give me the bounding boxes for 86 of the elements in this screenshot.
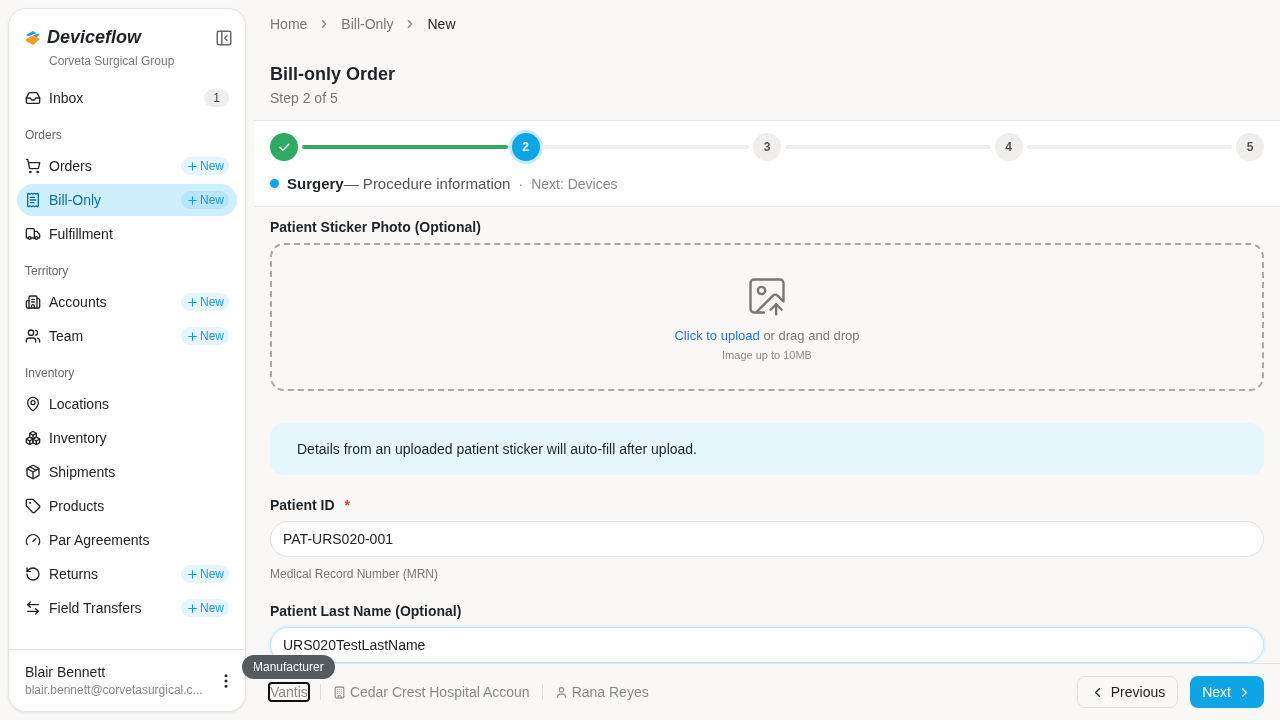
plus-icon bbox=[186, 567, 199, 581]
nav-item-label: Returns bbox=[49, 566, 100, 582]
breadcrumb-link[interactable]: New bbox=[427, 16, 456, 32]
nav-item-label: Orders bbox=[49, 158, 93, 174]
user-name: Blair Bennett bbox=[25, 664, 107, 680]
nav-section-heading: Inventory bbox=[24, 365, 76, 382]
step-indicator: 2 bbox=[511, 133, 540, 161]
nav-item-label: Team bbox=[49, 328, 85, 344]
swap-arrows-icon bbox=[25, 600, 41, 616]
count-badge: 1 bbox=[204, 89, 229, 107]
user-email: blair.bennett@corvetasurgical.c... bbox=[25, 683, 204, 697]
collapse-sidebar-icon[interactable] bbox=[215, 28, 233, 47]
inbox-icon bbox=[25, 90, 41, 106]
step-description: — Procedure information bbox=[343, 175, 511, 192]
step-name: Surgery bbox=[287, 175, 344, 192]
step-indicator: 3 bbox=[753, 133, 781, 161]
nav-item[interactable]: Accounts New bbox=[17, 286, 237, 318]
field-label: Patient Last Name (Optional) bbox=[270, 603, 462, 619]
breadcrumb-link[interactable]: Bill-Only bbox=[341, 16, 394, 32]
nav-item[interactable]: Field Transfers New bbox=[17, 592, 237, 624]
nav-item[interactable]: Inbox 1 bbox=[17, 82, 237, 114]
step-indicator: 4 bbox=[994, 133, 1023, 161]
page-title: Bill-only Order bbox=[269, 63, 396, 85]
upload-instructions: Click to upload or drag and drop bbox=[674, 327, 860, 343]
building-icon bbox=[332, 685, 346, 699]
nav-item[interactable]: Orders New bbox=[17, 150, 237, 182]
nav-item-label: Accounts bbox=[49, 294, 108, 310]
receipt-icon bbox=[25, 192, 41, 208]
truck-icon bbox=[25, 226, 41, 242]
previous-button[interactable]: Previous bbox=[1076, 676, 1179, 708]
plus-icon bbox=[186, 193, 199, 207]
nav-section-heading: Orders bbox=[24, 127, 63, 144]
separator-dot: · bbox=[518, 175, 524, 192]
info-notice: Details from an uploaded patient sticker will auto-fill after upload. bbox=[270, 423, 1264, 475]
breadcrumb-link[interactable]: Home bbox=[270, 16, 308, 32]
package-icon bbox=[25, 464, 41, 480]
nav-item[interactable]: Team New bbox=[17, 320, 237, 352]
boxes-icon bbox=[25, 430, 41, 446]
field-help: Medical Record Number (MRN) bbox=[270, 567, 440, 581]
person-icon bbox=[554, 685, 568, 699]
users-icon bbox=[25, 328, 41, 344]
upload-link[interactable]: Click to upload bbox=[674, 327, 760, 343]
organization-name: Corveta Surgical Group bbox=[48, 53, 176, 70]
status-dot bbox=[270, 179, 279, 188]
nav-item-label: Field Transfers bbox=[49, 600, 143, 616]
nav-item[interactable]: Products bbox=[17, 490, 237, 522]
nav-item[interactable]: Par Agreements bbox=[17, 524, 237, 556]
page-subtitle: Step 2 of 5 bbox=[269, 89, 339, 108]
nav-item-label: Par Agreements bbox=[49, 532, 151, 548]
nav-item[interactable]: Fulfillment bbox=[17, 218, 237, 250]
field-label: Patient Sticker Photo (Optional) bbox=[270, 219, 482, 235]
check-icon bbox=[277, 140, 291, 154]
cart-icon bbox=[25, 158, 41, 174]
nav-item[interactable]: Locations bbox=[17, 388, 237, 420]
tooltip: Manufacturer bbox=[242, 655, 335, 679]
text-input[interactable]: PAT-URS020-001 bbox=[270, 521, 1264, 557]
text-input[interactable]: URS020TestLastName bbox=[270, 627, 1264, 663]
nav-item-label: Locations bbox=[49, 396, 110, 412]
plus-icon bbox=[186, 159, 199, 173]
nav-item[interactable]: Bill-Only New bbox=[17, 184, 237, 216]
nav-section-heading: Territory bbox=[24, 263, 70, 280]
gauge-icon bbox=[25, 532, 41, 548]
step-indicator: 5 bbox=[1236, 133, 1264, 161]
nav-item-label: Inventory bbox=[49, 430, 108, 446]
tag-icon bbox=[25, 498, 41, 514]
nav-item-label: Shipments bbox=[49, 464, 117, 480]
map-pin-icon bbox=[25, 396, 41, 412]
nav-item-label: Products bbox=[49, 498, 106, 514]
logo-icon bbox=[25, 29, 41, 46]
nav-item-label: Bill-Only bbox=[49, 192, 103, 208]
nav-item-label: Inbox bbox=[49, 90, 85, 106]
nav-item[interactable]: Shipments bbox=[17, 456, 237, 488]
plus-icon bbox=[186, 601, 199, 615]
nav-item[interactable]: Returns New bbox=[17, 558, 237, 590]
brand-name: Deviceflow bbox=[47, 27, 143, 48]
upload-dropzone[interactable]: Click to upload or drag and drop Image up to 10MB bbox=[270, 243, 1264, 391]
plus-icon bbox=[186, 295, 199, 309]
undo-icon bbox=[25, 566, 41, 582]
field-label: Patient ID bbox=[270, 497, 335, 513]
required-mark: * bbox=[344, 497, 351, 513]
nav-item-label: Fulfillment bbox=[49, 226, 114, 242]
nav-item[interactable]: Inventory bbox=[17, 422, 237, 454]
upload-hint: Image up to 10MB bbox=[722, 348, 812, 361]
next-step-label: Next: Devices bbox=[531, 175, 618, 192]
plus-icon bbox=[186, 329, 199, 343]
building-icon bbox=[25, 294, 41, 310]
